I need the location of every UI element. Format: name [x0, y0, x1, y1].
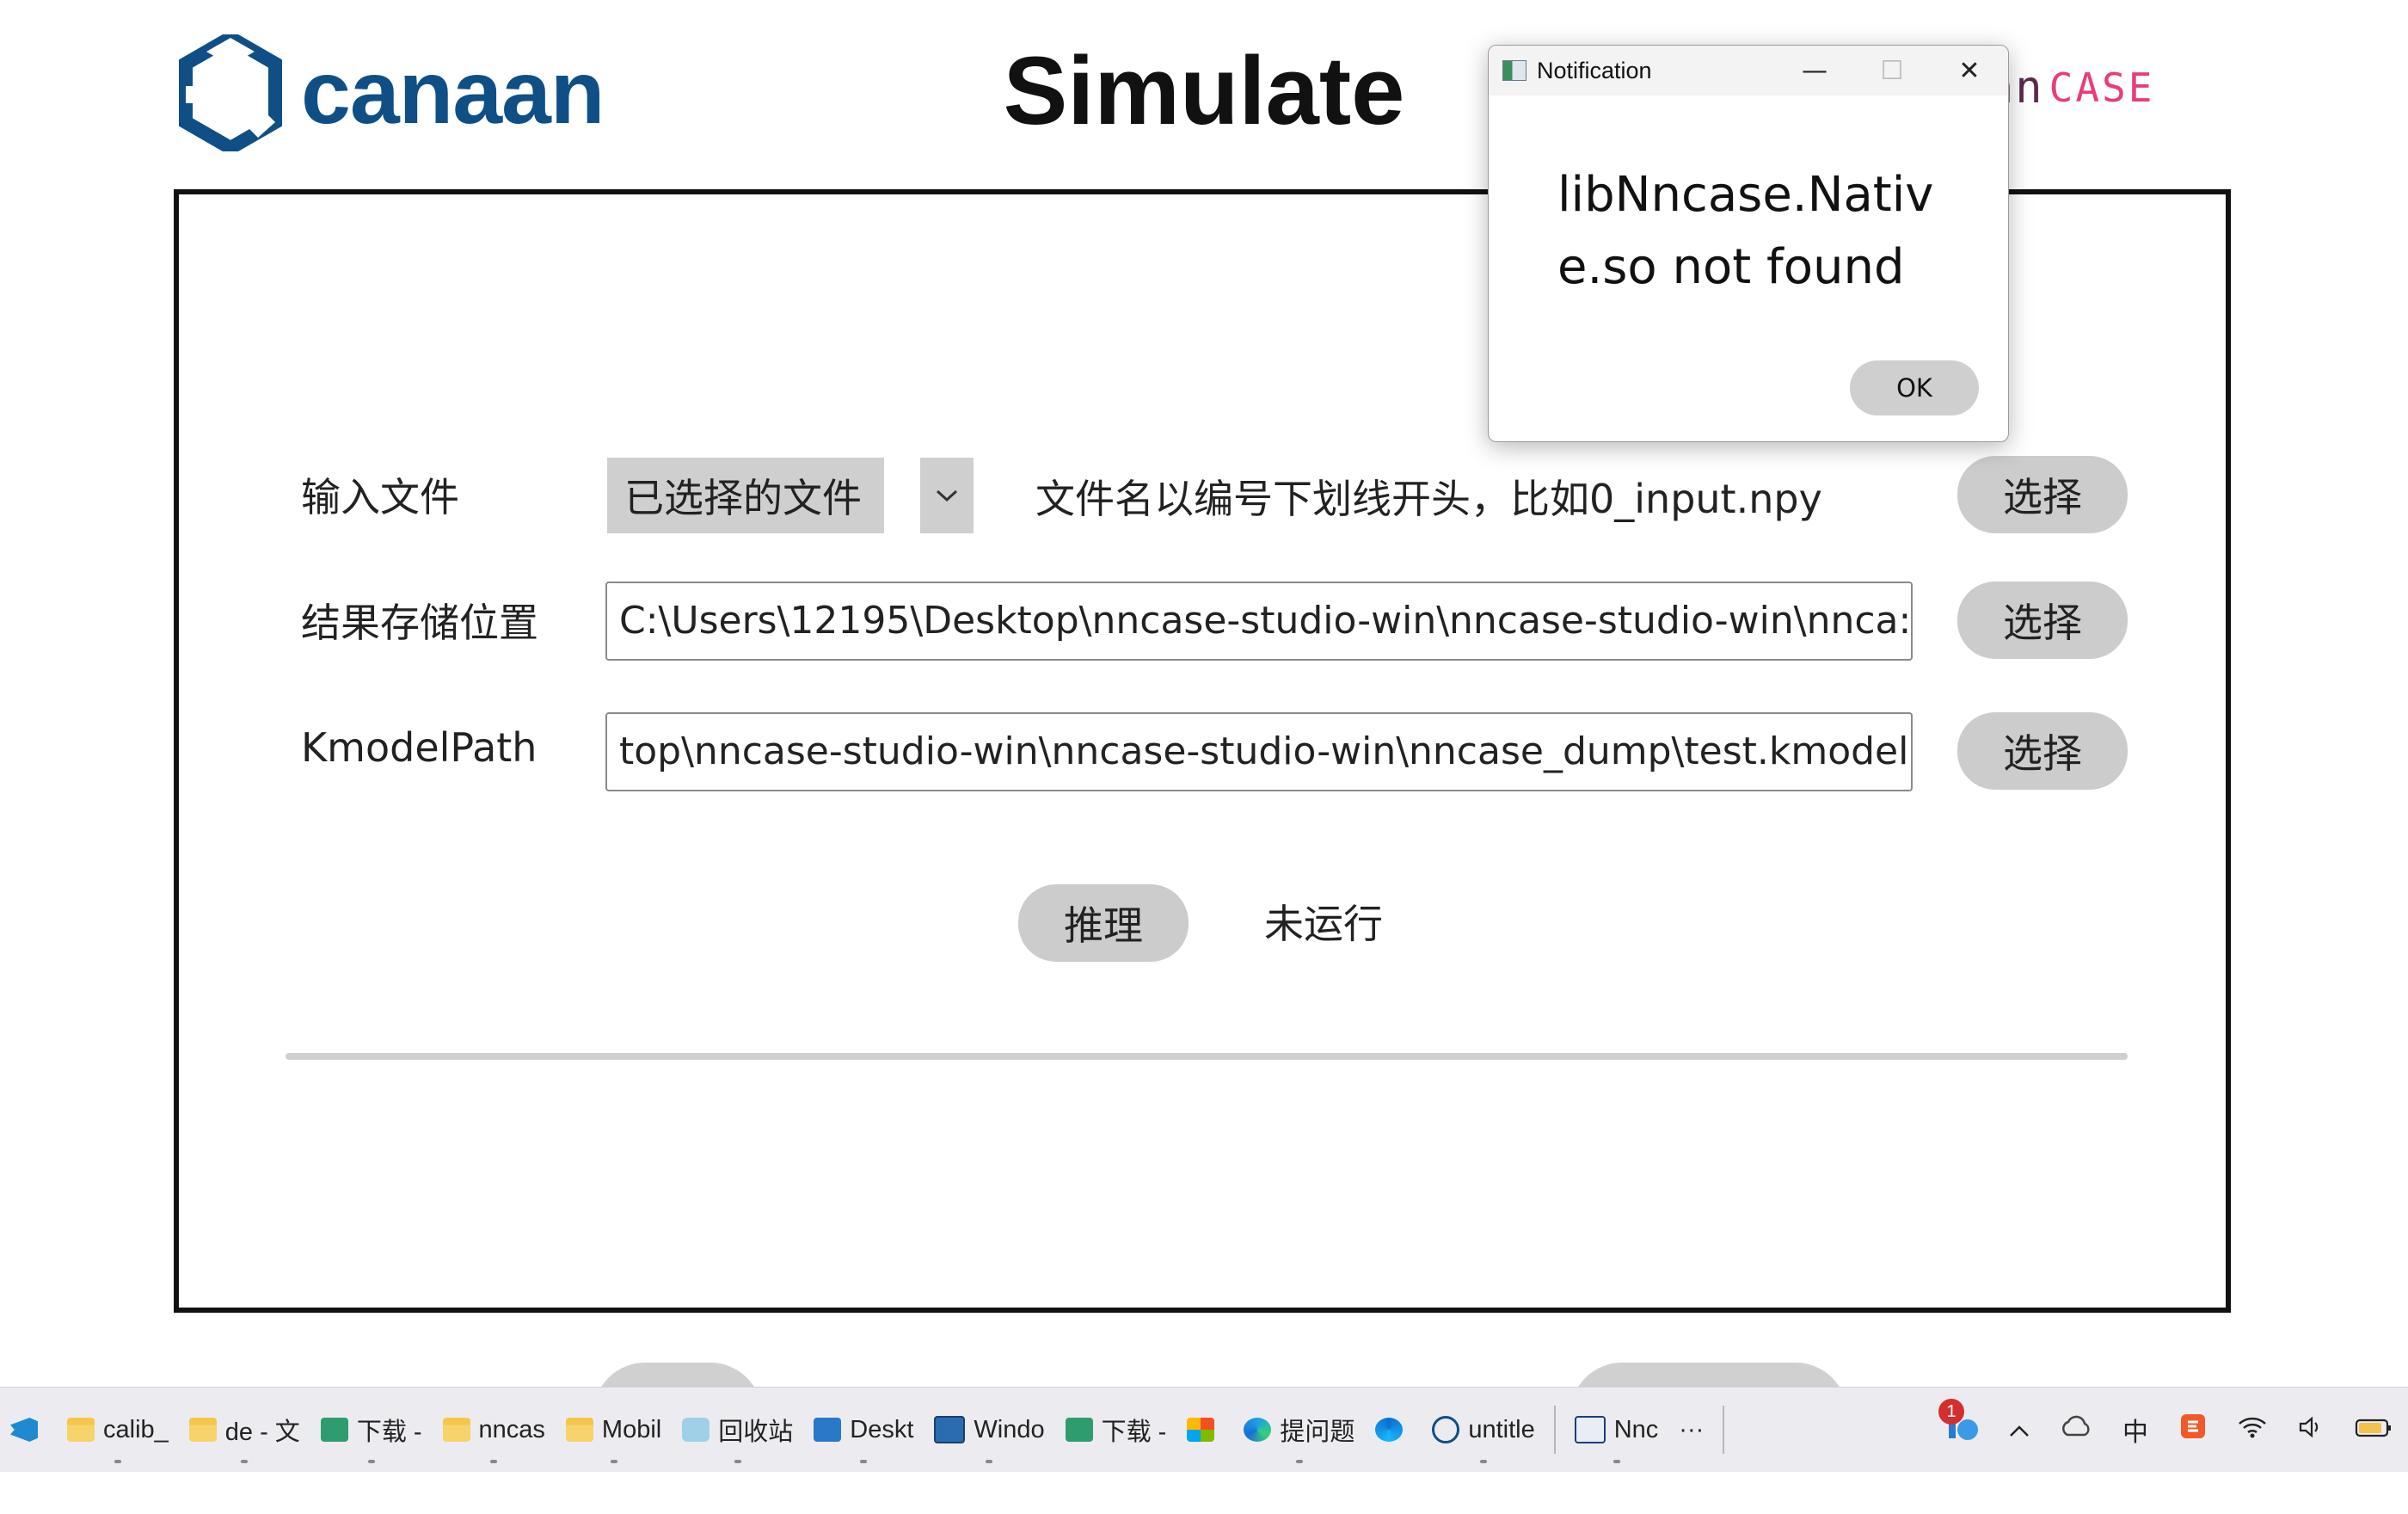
canaan-logo-icon: [179, 34, 282, 151]
download-icon: [320, 1418, 348, 1442]
cloud-icon[interactable]: [2061, 1414, 2092, 1445]
folder-icon: [188, 1418, 217, 1442]
volume-icon[interactable]: [2298, 1415, 2324, 1445]
taskbar-separator: [1553, 1406, 1556, 1454]
recycle-bin-icon: [682, 1418, 710, 1442]
minimize-icon[interactable]: —: [1776, 46, 1853, 95]
result-location-field[interactable]: C:\Users\12195\Desktop\nncase-studio-win…: [605, 582, 1913, 661]
select-result-location-button[interactable]: 选择: [1957, 582, 2128, 659]
window-icon: [1574, 1416, 1606, 1443]
nncase-logo-case: CASE: [2049, 65, 2155, 111]
app-window-icon: [1502, 60, 1526, 81]
battery-icon[interactable]: [2355, 1415, 2393, 1445]
notification-badge: 1: [1938, 1399, 1964, 1425]
taskbar-item-nncase-app[interactable]: Nnc: [1564, 1388, 1669, 1472]
notification-dialog: Notification — ☐ ✕ libNncase.Native.so n…: [1488, 45, 2009, 442]
ok-button[interactable]: OK: [1850, 360, 1979, 415]
window-icon: [934, 1416, 966, 1443]
edge-icon: [1244, 1418, 1272, 1442]
wifi-icon[interactable]: [2238, 1415, 2267, 1445]
chevron-up-icon[interactable]: [2009, 1415, 2030, 1445]
kmodel-path-label: KmodelPath: [301, 724, 538, 771]
taskbar-item-recycle-bin[interactable]: 回收站: [672, 1388, 803, 1472]
folder-icon: [67, 1418, 95, 1442]
download-icon: [1065, 1418, 1093, 1442]
taskbar-item-downloads-2[interactable]: 下载 -: [1055, 1388, 1177, 1472]
dialog-message: libNncase.Native.so not found: [1557, 167, 1934, 295]
input-file-hint: 文件名以编号下划线开头，比如0_input.npy: [1035, 476, 1822, 522]
page-title: Simulate: [1003, 37, 1405, 145]
taskbar-vscode[interactable]: [0, 1388, 57, 1472]
result-location-label: 结果存储位置: [301, 600, 538, 646]
close-icon[interactable]: ✕: [1931, 46, 2008, 95]
system-tray: 中: [1932, 1388, 2408, 1472]
taskbar-item-untitled[interactable]: untitle: [1422, 1388, 1545, 1472]
taskbar-item-calib[interactable]: calib_: [57, 1388, 179, 1472]
vscode-icon: [10, 1418, 38, 1442]
taskbar-item-nncase[interactable]: nncas: [433, 1388, 556, 1472]
taskbar-overflow[interactable]: ···: [1668, 1388, 1714, 1472]
desktop-folder-icon: [814, 1418, 842, 1442]
infer-button[interactable]: 推理: [1018, 884, 1189, 962]
chevron-down-icon[interactable]: [920, 458, 974, 533]
app-icon: [1375, 1418, 1404, 1442]
taskbar: calib_ de - 文 下载 - nncas Mobil 回收站 Deskt…: [0, 1387, 2408, 1472]
folder-icon: [565, 1418, 593, 1442]
select-input-file-button[interactable]: 选择: [1957, 456, 2128, 533]
taskbar-item-edge[interactable]: 提问题: [1233, 1388, 1365, 1472]
run-status-text: 未运行: [1264, 901, 1383, 947]
dialog-title: Notification: [1537, 57, 1652, 83]
dialog-titlebar[interactable]: Notification — ☐ ✕: [1489, 46, 2008, 95]
maximize-icon: ☐: [1880, 55, 1904, 86]
store-icon: [1187, 1418, 1215, 1442]
taskbar-item-mobile[interactable]: Mobil: [556, 1388, 672, 1472]
kmodel-path-field[interactable]: top\nncase-studio-win\nncase-studio-win\…: [605, 712, 1913, 791]
taskbar-store[interactable]: [1176, 1388, 1233, 1472]
taskbar-item-downloads[interactable]: 下载 -: [310, 1388, 433, 1472]
sogou-icon[interactable]: [2179, 1412, 2207, 1447]
canaan-app-icon: [1432, 1416, 1460, 1443]
taskbar-app[interactable]: [1365, 1388, 1422, 1472]
taskbar-item-windows[interactable]: Windo: [924, 1388, 1054, 1472]
input-file-label: 输入文件: [301, 474, 459, 520]
nncase-logo: nn CASE: [1987, 62, 2154, 114]
taskbar-item-de[interactable]: de - 文: [179, 1388, 310, 1472]
ime-indicator[interactable]: 中: [2122, 1411, 2148, 1449]
folder-icon: [442, 1418, 470, 1442]
canaan-logo: canaan: [179, 34, 605, 151]
progress-bar: [286, 1053, 2128, 1060]
taskbar-item-desktop[interactable]: Deskt: [803, 1388, 924, 1472]
select-kmodel-path-button[interactable]: 选择: [1957, 712, 2128, 790]
taskbar-separator: [1723, 1406, 1725, 1454]
input-file-select[interactable]: 已选择的文件: [607, 458, 884, 533]
brand-name: canaan: [301, 43, 605, 143]
